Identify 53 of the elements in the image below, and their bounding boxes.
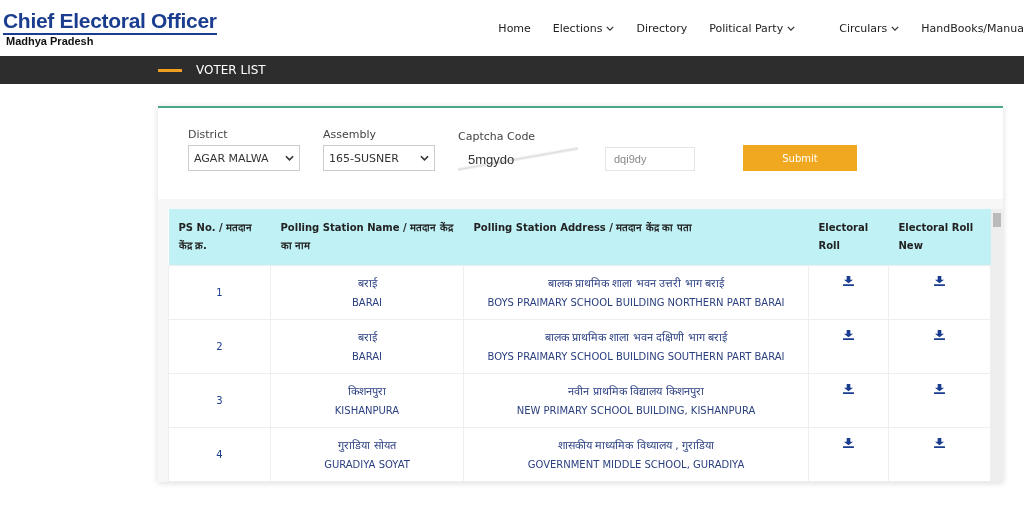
download-icon[interactable]	[843, 438, 854, 448]
field-label: Assembly	[323, 128, 378, 141]
station-address-hindi: नवीन प्राथमिक विद्यालय किशनपुरा	[567, 383, 705, 400]
nav-link[interactable]: HandBooks/Manua	[921, 21, 1024, 35]
station-name-hindi: किशनपुरा	[347, 383, 387, 400]
station-address: BOYS PRAIMARY SCHOOL BUILDING NORTHERN PART BARAI	[486, 295, 786, 310]
download-icon[interactable]	[934, 330, 945, 340]
field-label: District	[188, 128, 229, 141]
column-header: Electoral Roll New	[888, 209, 991, 266]
captcha-image: 5mgydo	[458, 147, 578, 171]
station-name-hindi: बराई	[356, 275, 379, 292]
chevron-icon	[285, 155, 294, 161]
field-label: Captcha Code	[458, 130, 537, 143]
column-header: PS No. / मतदान केंद्र क्र.	[168, 209, 271, 266]
download-icon[interactable]	[843, 330, 854, 340]
chevron-icon	[420, 155, 429, 161]
station-address-hindi: बालक प्राथमिक शाला भवन उत्तरी भाग बराई	[546, 275, 726, 292]
station-address: BOYS PRAIMARY SCHOOL BUILDING SOUTHERN PART BARAI	[486, 349, 786, 364]
accent-dash	[158, 68, 182, 72]
table-cell: 2	[216, 341, 223, 352]
station-name: GURADIYA SOYAT	[323, 457, 411, 472]
site-subtitle: Madhya Pradesh	[5, 35, 95, 47]
nav-link[interactable]: Home	[498, 21, 531, 35]
table-cell: 4	[216, 449, 223, 460]
page-title: VOTER LIST	[196, 63, 266, 77]
nav-link[interactable]: Elections	[552, 21, 615, 35]
table-cell: 1	[216, 287, 223, 298]
download-icon[interactable]	[843, 276, 854, 286]
station-address-hindi: बालक प्राथमिक शाला भवन दक्षिणी भाग बराई	[543, 329, 729, 346]
column-header: Polling Station Name / मतदान केंद्र का नाम	[270, 209, 464, 266]
download-icon[interactable]	[843, 384, 854, 394]
nav-link[interactable]: Directory	[636, 21, 688, 35]
station-name: BARAI	[350, 349, 383, 364]
station-name-hindi: बराई	[356, 329, 379, 346]
station-name: BARAI	[350, 295, 383, 310]
nav-link[interactable]: Political Party	[709, 21, 796, 35]
download-icon[interactable]	[934, 276, 945, 286]
station-name: KISHANPURA	[333, 403, 401, 418]
captcha-input[interactable]: dqi9dy	[605, 147, 695, 171]
column-header: Electoral Roll	[808, 209, 889, 266]
column-header: Polling Station Address / मतदान केंद्र का पता	[463, 209, 809, 266]
table-cell: 3	[216, 395, 223, 406]
download-icon[interactable]	[934, 438, 945, 448]
district-select[interactable]: AGAR MALWA	[188, 145, 300, 171]
assembly-select[interactable]: 165-SUSNER	[323, 145, 435, 171]
download-icon[interactable]	[934, 384, 945, 394]
station-address-hindi: शासकीय माध्यमिक विध्यालय , गुराडिया	[556, 437, 716, 454]
station-address: NEW PRIMARY SCHOOL BUILDING, KISHANPURA	[515, 403, 757, 418]
site-title[interactable]: Chief Electoral Officer	[3, 9, 217, 35]
nav-link[interactable]: Circulars	[839, 21, 900, 35]
scrollbar[interactable]	[991, 209, 1003, 482]
station-name-hindi: गुराडिया सोयत	[337, 437, 398, 454]
station-address: GOVERNMENT MIDDLE SCHOOL, GURADIYA	[526, 457, 746, 472]
